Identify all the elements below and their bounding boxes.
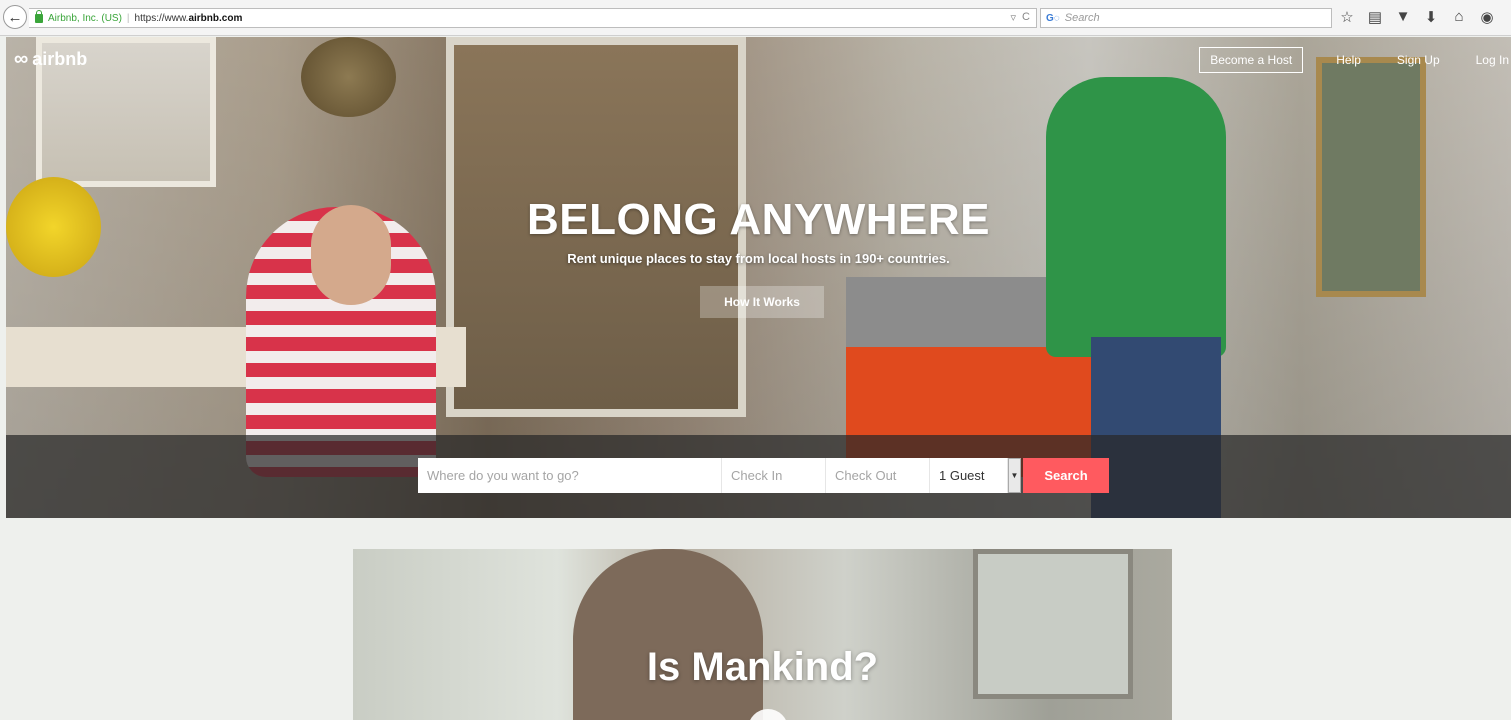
search-band: Where do you want to go? Check In Check …: [6, 435, 1511, 518]
hero-subheadline: Rent unique places to stay from local ho…: [567, 251, 950, 266]
site-identity[interactable]: Airbnb, Inc. (US): [48, 13, 122, 24]
browser-search-placeholder: Search: [1064, 12, 1100, 24]
chat-icon[interactable]: ◉: [1478, 8, 1496, 26]
browser-search-input[interactable]: G◌ Search: [1040, 8, 1332, 28]
logo-text: airbnb: [32, 49, 88, 69]
url-text[interactable]: https://www.airbnb.com: [135, 13, 243, 24]
reading-list-icon[interactable]: ▤: [1366, 8, 1384, 26]
dropdown-icon[interactable]: ▿: [1011, 11, 1017, 24]
hero-headline: BELONG ANYWHERE: [527, 195, 990, 244]
browser-toolbar: ← Airbnb, Inc. (US) | https://www.airbnb…: [0, 0, 1511, 36]
home-icon[interactable]: ⌂: [1450, 8, 1468, 26]
pocket-icon[interactable]: ▼: [1394, 8, 1412, 26]
url-separator: |: [126, 12, 130, 24]
address-bar[interactable]: Airbnb, Inc. (US) | https://www.airbnb.c…: [29, 8, 1037, 28]
sign-up-link[interactable]: Sign Up: [1397, 53, 1440, 67]
destination-input[interactable]: Where do you want to go?: [418, 458, 722, 493]
guests-select[interactable]: 1 Guest: [930, 458, 1008, 493]
video-teaser[interactable]: Is Mankind?: [353, 549, 1172, 720]
log-in-link[interactable]: Log In: [1476, 53, 1509, 67]
teaser-title: Is Mankind?: [646, 645, 879, 689]
reload-icon[interactable]: C: [1022, 11, 1030, 24]
hero-section: ∞ airbnb Become a Host Help Sign Up Log …: [6, 37, 1511, 518]
search-button[interactable]: Search: [1023, 458, 1109, 493]
become-host-button[interactable]: Become a Host: [1199, 47, 1304, 73]
toolbar-icons: ☆ ▤ ▼ ⬇ ⌂ ◉: [1338, 8, 1496, 26]
search-form: Where do you want to go? Check In Check …: [418, 458, 1109, 493]
airbnb-logo[interactable]: ∞ airbnb: [14, 48, 87, 71]
chevron-down-icon[interactable]: ▼: [1008, 458, 1021, 493]
top-nav: Become a Host Help Sign Up Log In: [1199, 47, 1511, 73]
lock-icon: [35, 9, 43, 23]
how-it-works-button[interactable]: How It Works: [700, 286, 824, 318]
help-link[interactable]: Help: [1336, 53, 1361, 67]
check-out-input[interactable]: Check Out: [826, 458, 930, 493]
search-engine-icon[interactable]: G◌: [1046, 13, 1060, 24]
bookmark-star-icon[interactable]: ☆: [1338, 8, 1356, 26]
teaser-photo-child: [573, 549, 763, 720]
download-icon[interactable]: ⬇: [1422, 8, 1440, 26]
back-arrow-icon[interactable]: ←: [3, 5, 27, 29]
airbnb-logo-icon: ∞: [14, 48, 29, 70]
hero-photo-plate: [301, 37, 396, 117]
check-in-input[interactable]: Check In: [722, 458, 826, 493]
url-actions: ▿ C: [1011, 11, 1030, 24]
